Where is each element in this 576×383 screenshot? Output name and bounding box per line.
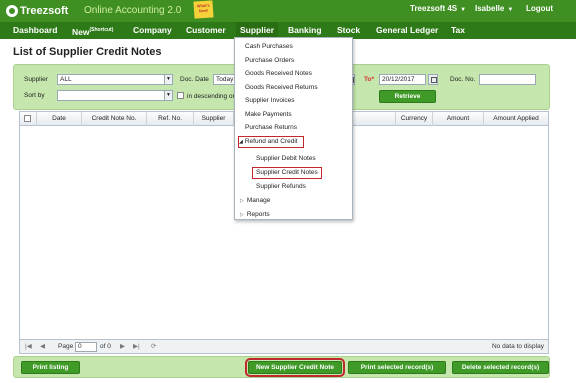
supplier-dropdown-menu: Cash Purchases Purchase Orders Goods Rec… bbox=[234, 37, 353, 220]
action-bar: Print listing New Supplier Credit Note P… bbox=[13, 356, 550, 378]
grid-pager: |◀ ◀ Page 0 of 0 ▶ ▶| ⟳ No data to displ… bbox=[20, 339, 548, 353]
calendar-icon[interactable] bbox=[428, 74, 438, 85]
nav-company[interactable]: Company bbox=[133, 22, 172, 39]
page-number-input[interactable]: 0 bbox=[75, 342, 97, 352]
menu-goods-received-returns[interactable]: Goods Received Returns bbox=[235, 81, 352, 95]
column-credit-note-no[interactable]: Credit Note No. bbox=[82, 112, 147, 126]
select-all-checkbox[interactable] bbox=[24, 115, 31, 122]
chevron-down-icon: ▼ bbox=[164, 75, 172, 84]
column-ref-no[interactable]: Ref. No. bbox=[147, 112, 194, 126]
supplier-value: ALL bbox=[60, 76, 72, 83]
nav-customer[interactable]: Customer bbox=[186, 22, 226, 39]
nav-new-label: New bbox=[72, 26, 90, 37]
print-listing-button[interactable]: Print listing bbox=[21, 361, 80, 374]
menu-reports[interactable]: ▷ Reports bbox=[235, 208, 352, 222]
no-data-message: No data to display bbox=[491, 343, 544, 350]
doc-date-select[interactable]: Today bbox=[213, 74, 235, 85]
menu-supplier-invoices[interactable]: Supplier Invoices bbox=[235, 94, 352, 108]
retrieve-button[interactable]: Retrieve bbox=[379, 90, 436, 103]
prev-page-icon[interactable]: ◀ bbox=[40, 342, 45, 352]
descending-label: in descending or bbox=[187, 93, 235, 100]
chevron-down-icon: ▼ bbox=[460, 7, 467, 13]
triangle-right-icon: ▷ bbox=[240, 211, 244, 218]
nav-new-shortcut: (Shortcut) bbox=[89, 27, 114, 33]
column-amount-applied[interactable]: Amount Applied bbox=[484, 112, 548, 126]
menu-purchase-orders[interactable]: Purchase Orders bbox=[235, 54, 352, 68]
chevron-down-icon: ▼ bbox=[507, 7, 514, 13]
menu-manage-label: Manage bbox=[246, 197, 271, 204]
last-page-icon[interactable]: ▶| bbox=[133, 342, 140, 352]
brand-name: Treezsoft bbox=[20, 5, 69, 17]
company-switcher[interactable]: Treezsoft 4S ▼ bbox=[410, 4, 466, 13]
top-header: Treezsoft Online Accounting 2.0 What's N… bbox=[0, 0, 576, 22]
next-page-icon[interactable]: ▶ bbox=[120, 342, 125, 352]
page-label: Page bbox=[58, 343, 74, 350]
to-date-field[interactable]: 20/12/2017 bbox=[379, 74, 426, 85]
whats-new-badge[interactable]: What's New! bbox=[193, 0, 214, 19]
delete-selected-button[interactable]: Delete selected record(s) bbox=[452, 361, 549, 374]
app-logo[interactable]: Treezsoft bbox=[6, 3, 68, 19]
menu-manage[interactable]: ▷ Manage bbox=[235, 194, 352, 208]
doc-no-label: Doc. No. bbox=[450, 76, 476, 83]
treezsoft-logo-icon bbox=[6, 5, 18, 17]
refresh-icon[interactable]: ⟳ bbox=[151, 342, 156, 352]
supplier-select[interactable]: ALL ▼ bbox=[57, 74, 173, 85]
chevron-down-icon: ▼ bbox=[164, 91, 172, 100]
menu-cash-purchases[interactable]: Cash Purchases bbox=[235, 40, 352, 54]
user-name: Isabelle bbox=[475, 4, 505, 13]
nav-general-ledger[interactable]: General Ledger bbox=[376, 22, 438, 39]
nav-dashboard[interactable]: Dashboard bbox=[13, 22, 57, 39]
page-title: List of Supplier Credit Notes bbox=[13, 46, 162, 58]
menu-goods-received-notes[interactable]: Goods Received Notes bbox=[235, 67, 352, 81]
supplier-credit-notes-highlight bbox=[252, 166, 322, 179]
nav-new[interactable]: New(Shortcut) bbox=[72, 22, 113, 39]
new-supplier-credit-note-button[interactable]: New Supplier Credit Note bbox=[245, 358, 345, 377]
menu-supplier-debit-notes[interactable]: Supplier Debit Notes bbox=[235, 152, 352, 166]
column-currency[interactable]: Currency bbox=[396, 112, 433, 126]
menu-make-payments[interactable]: Make Payments bbox=[235, 108, 352, 122]
product-name: Online Accounting 2.0 bbox=[84, 5, 182, 16]
logout-link[interactable]: Logout bbox=[526, 4, 553, 13]
refund-and-credit-highlight bbox=[238, 136, 304, 148]
sort-by-select[interactable]: ▼ bbox=[57, 90, 173, 101]
required-marker: * bbox=[371, 76, 374, 83]
menu-reports-label: Reports bbox=[246, 210, 270, 218]
menu-supplier-refunds[interactable]: Supplier Refunds bbox=[235, 180, 352, 194]
descending-checkbox[interactable] bbox=[177, 92, 184, 99]
doc-no-field[interactable] bbox=[479, 74, 536, 85]
to-label: To* bbox=[364, 76, 374, 83]
column-supplier[interactable]: Supplier bbox=[194, 112, 234, 126]
doc-date-value: Today bbox=[216, 76, 234, 83]
triangle-right-icon: ▷ bbox=[240, 198, 244, 204]
doc-date-label: Doc. Date bbox=[180, 76, 209, 83]
supplier-label: Supplier bbox=[24, 76, 48, 83]
print-selected-button[interactable]: Print selected record(s) bbox=[348, 361, 446, 374]
column-date[interactable]: Date bbox=[37, 112, 82, 126]
column-amount[interactable]: Amount bbox=[433, 112, 484, 126]
nav-tax[interactable]: Tax bbox=[451, 22, 465, 39]
user-menu[interactable]: Isabelle ▼ bbox=[475, 4, 513, 13]
to-date-value: 20/12/2017 bbox=[382, 76, 415, 83]
sort-by-label: Sort by bbox=[24, 92, 45, 99]
menu-purchase-returns[interactable]: Purchase Returns bbox=[235, 121, 352, 135]
first-page-icon[interactable]: |◀ bbox=[25, 342, 32, 352]
company-name: Treezsoft 4S bbox=[410, 4, 458, 13]
page-total: of 0 bbox=[100, 343, 111, 350]
select-all-cell bbox=[20, 112, 37, 126]
